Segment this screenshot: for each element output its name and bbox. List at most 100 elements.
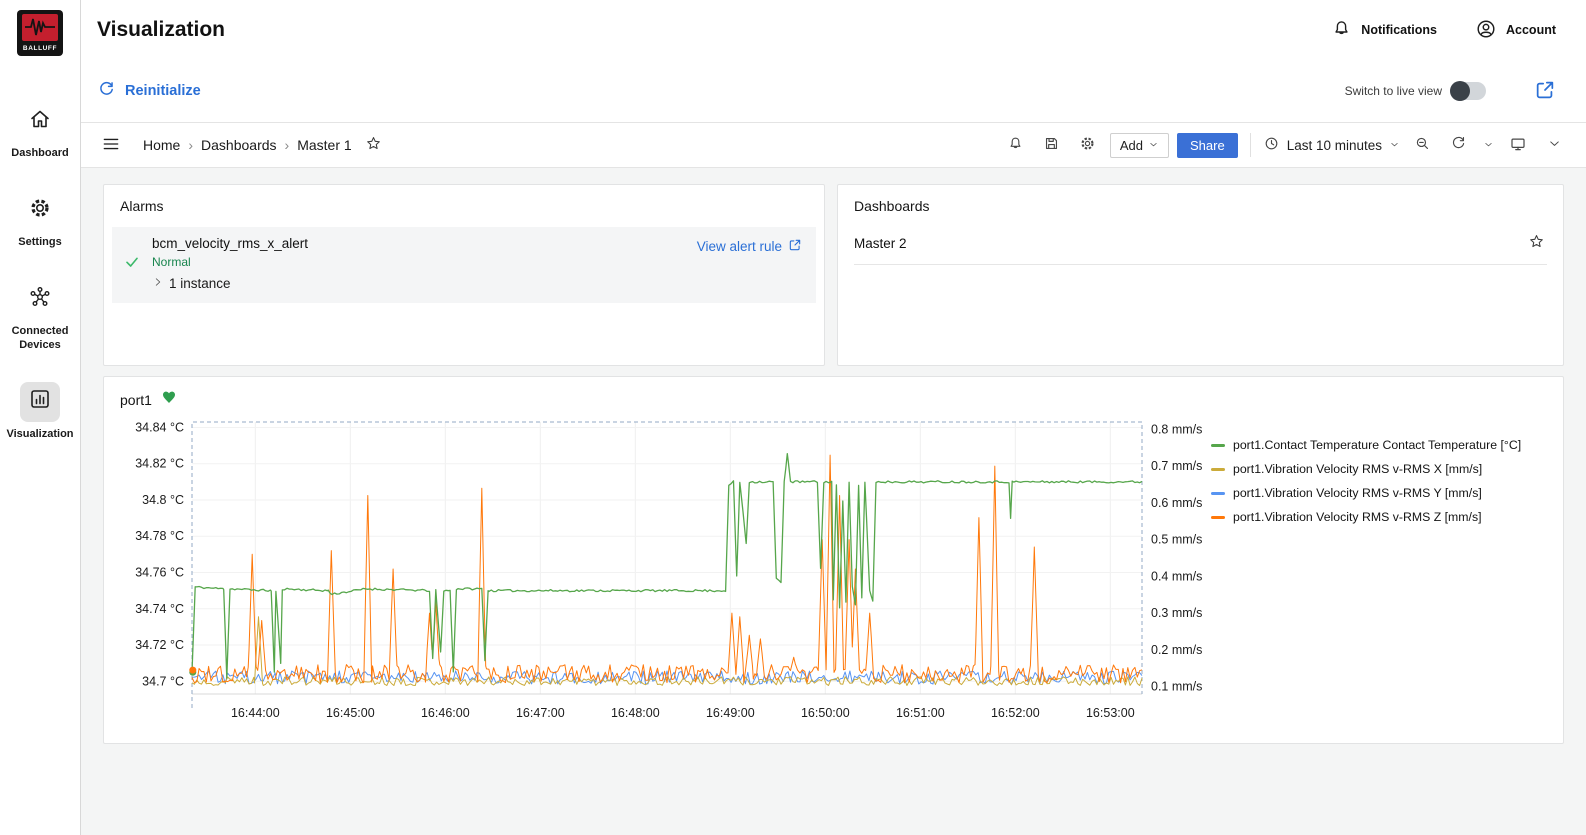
svg-text:34.76 °C: 34.76 °C [135,566,184,580]
svg-text:16:51:00: 16:51:00 [896,706,945,720]
logo-text: BALLUFF [23,45,57,52]
account-label: Account [1506,23,1556,37]
svg-text:16:47:00: 16:47:00 [516,706,565,720]
sidebar-item-visualization[interactable]: Visualization [1,382,79,441]
sidebar: BALLUFF Dashboard Settings [0,0,81,835]
chevron-down-icon [1389,138,1400,153]
alert-instances-expander[interactable]: 1 instance [152,276,308,291]
share-button[interactable]: Share [1177,133,1238,158]
refresh-interval-button[interactable] [1480,131,1496,159]
monitor-icon [1509,135,1527,156]
chart-legend: port1.Contact Temperature Contact Temper… [1211,412,1541,730]
legend-item[interactable]: port1.Contact Temperature Contact Temper… [1211,438,1541,452]
dashboard-name: Master 2 [854,236,907,251]
view-alert-rule-link[interactable]: View alert rule [697,238,802,255]
star-icon[interactable] [1528,233,1545,253]
reinitialize-button[interactable]: Reinitialize [97,80,201,103]
sidebar-item-label: Dashboard [11,147,68,160]
chevron-right-icon: › [285,137,290,153]
sidebar-item-label: Visualization [6,428,73,441]
svg-text:0.4 mm/s: 0.4 mm/s [1151,569,1202,583]
timeseries-chart[interactable]: 16:44:00 16:45:00 16:46:00 16:47:00 16:48:00… [120,412,1211,730]
legend-item[interactable]: port1.Vibration Velocity RMS v-RMS X [mm… [1211,462,1541,476]
svg-text:34.72 °C: 34.72 °C [135,638,184,652]
svg-text:34.84 °C: 34.84 °C [135,420,184,434]
breadcrumb-home[interactable]: Home [143,137,180,153]
svg-text:34.7 °C: 34.7 °C [142,674,184,688]
chevron-down-icon [1148,138,1159,153]
health-heart-icon [161,389,177,410]
dashboard-settings-button[interactable] [1074,131,1102,159]
alert-instances-label: 1 instance [169,276,231,291]
notifications-button[interactable]: Notifications [1331,18,1437,42]
legend-item[interactable]: port1.Vibration Velocity RMS v-RMS Y [mm… [1211,486,1541,500]
alert-name: bcm_velocity_rms_x_alert [152,236,308,251]
clock-icon [1263,135,1280,155]
refresh-icon [97,80,116,103]
check-icon [124,254,140,275]
breadcrumb: Home › Dashboards › Master 1 [143,131,388,159]
refresh-dashboard-button[interactable] [1444,131,1472,159]
legend-label: port1.Vibration Velocity RMS v-RMS Z [mm… [1233,510,1482,524]
save-icon [1043,135,1060,155]
svg-text:0.8 mm/s: 0.8 mm/s [1151,422,1202,436]
save-dashboard-button[interactable] [1038,131,1066,159]
chart-icon [28,387,52,416]
subheader: Reinitialize Switch to live view [81,60,1586,122]
zoom-out-button[interactable] [1408,131,1436,159]
chevron-right-icon: › [188,137,193,153]
legend-swatch [1211,516,1225,519]
menu-button[interactable] [97,131,125,159]
chart-panel-title: port1 [120,392,152,408]
svg-text:16:50:00: 16:50:00 [801,706,850,720]
reinitialize-label: Reinitialize [125,83,201,99]
svg-text:0.7 mm/s: 0.7 mm/s [1151,459,1202,473]
legend-label: port1.Contact Temperature Contact Temper… [1233,438,1521,452]
tv-mode-button[interactable] [1504,131,1532,159]
gear-icon [1079,135,1096,155]
svg-text:0.3 mm/s: 0.3 mm/s [1151,606,1202,620]
svg-text:16:45:00: 16:45:00 [326,706,375,720]
legend-label: port1.Vibration Velocity RMS v-RMS Y [mm… [1233,486,1482,500]
home-icon [28,107,52,136]
svg-text:0.2 mm/s: 0.2 mm/s [1151,643,1202,657]
svg-text:34.8 °C: 34.8 °C [142,493,184,507]
svg-text:16:48:00: 16:48:00 [611,706,660,720]
favorite-dashboard-button[interactable] [360,131,388,159]
page-title: Visualization [97,18,225,42]
svg-text:16:49:00: 16:49:00 [706,706,755,720]
toggle-knob [1450,81,1470,101]
breadcrumb-current[interactable]: Master 1 [297,137,351,153]
dashboard-content: Alarms bcm_velocity_rms_x_alert Normal 1… [81,168,1586,835]
sidebar-item-dashboard[interactable]: Dashboard [1,101,79,160]
alert-status-badge: Normal [152,255,308,269]
legend-swatch [1211,468,1225,471]
divider [1250,133,1251,157]
network-icon [28,285,52,314]
live-view-toggle[interactable] [1450,82,1486,100]
alarm-row: bcm_velocity_rms_x_alert Normal 1 instan… [112,227,816,303]
dashboard-list-item[interactable]: Master 2 [854,226,1547,265]
add-label: Add [1120,138,1143,153]
bell-icon [1331,18,1352,42]
time-range-picker[interactable]: Last 10 minutes [1263,135,1400,155]
dashboard-toolbar: Home › Dashboards › Master 1 [81,122,1586,168]
open-external-button[interactable] [1534,79,1556,104]
add-panel-button[interactable]: Add [1110,133,1169,158]
svg-text:16:46:00: 16:46:00 [421,706,470,720]
svg-text:0.1 mm/s: 0.1 mm/s [1151,680,1202,694]
legend-item[interactable]: port1.Vibration Velocity RMS v-RMS Z [mm… [1211,510,1541,524]
sidebar-item-label: Connected Devices [1,325,79,351]
sidebar-item-connected-devices[interactable]: Connected Devices [1,279,79,351]
chevron-down-icon [1483,138,1494,153]
breadcrumb-dashboards[interactable]: Dashboards [201,137,277,153]
gear-icon [28,196,52,225]
alert-rules-button[interactable] [1002,131,1030,159]
collapse-toolbar-button[interactable] [1540,131,1568,159]
svg-text:16:44:00: 16:44:00 [231,706,280,720]
star-icon [365,135,382,155]
sidebar-item-settings[interactable]: Settings [1,190,79,249]
chevron-down-icon [1547,136,1562,154]
account-button[interactable]: Account [1475,18,1556,43]
bell-icon [1007,135,1024,155]
